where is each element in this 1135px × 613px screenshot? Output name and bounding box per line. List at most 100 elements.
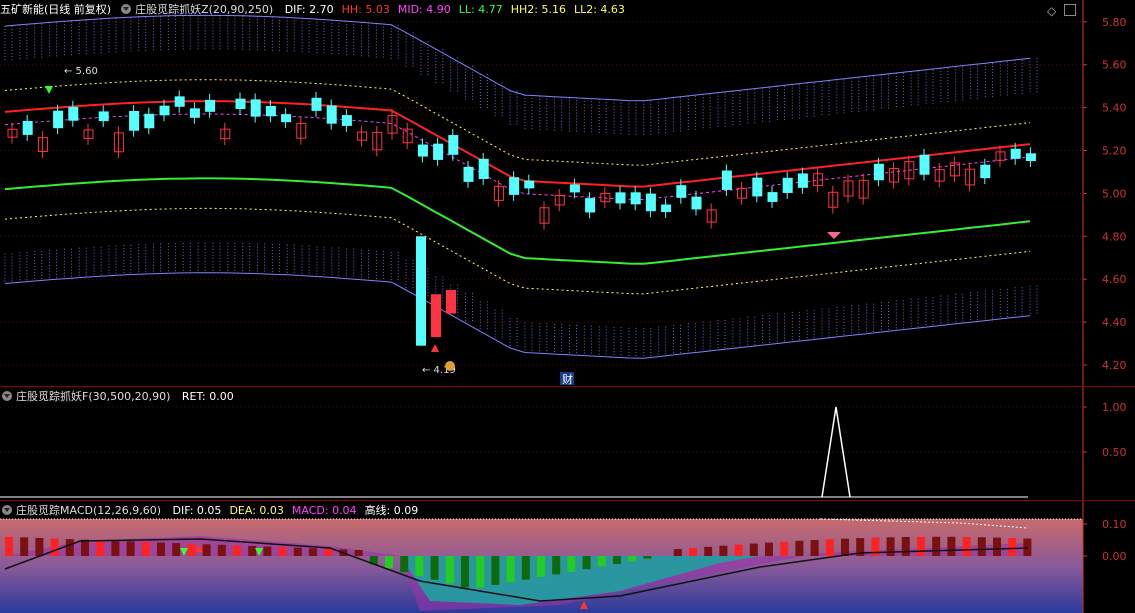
candle-body — [98, 111, 109, 122]
y-tick-label: 0.10 — [1102, 518, 1127, 531]
y-tick-label: 5.00 — [1102, 187, 1127, 200]
macd-bar — [400, 556, 409, 573]
buy-arrow-icon — [431, 344, 439, 352]
candle-body — [645, 193, 656, 212]
candle-body — [431, 294, 441, 338]
candle-body — [1010, 148, 1021, 159]
macd-bar — [354, 549, 363, 556]
candle-body — [53, 110, 64, 129]
candle-body — [174, 96, 185, 107]
sub2-indicator-values: DIF: 0.05 DEA: 0.03 MACD: 0.04 高线: 0.09 — [173, 504, 427, 517]
macd-bar — [521, 556, 530, 580]
candle-body — [433, 143, 444, 160]
y-tick-label: 4.60 — [1102, 273, 1127, 286]
candle-body — [873, 163, 884, 181]
macd-bar — [385, 556, 393, 569]
finance-badge-label: 财 — [562, 372, 573, 386]
macd-bar — [5, 536, 13, 556]
ll2-line — [4, 207, 1031, 295]
macd-bar — [187, 543, 196, 556]
candle-body — [980, 164, 991, 179]
y-tick-label: 0.50 — [1102, 446, 1127, 459]
signal-chart[interactable]: 1.00 0.50 — [0, 387, 1135, 500]
sub2-header: 庄股觅踪MACD(12,26,9,60) DIF: 0.05 DEA: 0.03 M… — [0, 501, 434, 521]
candle-body — [159, 105, 170, 116]
macd-bar — [841, 538, 849, 556]
sub-chart-panel-1[interactable]: 庄股觅踪抓妖F(30,500,20,90) RET: 0.00 1.00 0.50 — [0, 387, 1135, 500]
candle-body — [691, 196, 702, 210]
macd-bar — [461, 556, 469, 588]
macd-bar — [962, 536, 971, 556]
candle-body — [630, 192, 641, 205]
macd-bar — [734, 544, 743, 556]
candle-body — [281, 114, 292, 123]
macd-bar — [673, 549, 682, 556]
candle-body — [250, 99, 261, 117]
candle-body — [767, 192, 778, 202]
macd-bar — [917, 536, 925, 556]
candle-body — [661, 204, 672, 212]
y-tick-label: 1.00 — [1102, 401, 1127, 414]
macd-bar — [780, 541, 789, 556]
sub2-indicator-name: 庄股觅踪MACD(12,26,9,60) — [16, 504, 162, 517]
macd-bar — [628, 556, 637, 562]
candle-body — [782, 177, 793, 193]
macd-bar — [491, 556, 500, 585]
candle-body — [416, 236, 426, 346]
indicator-value: MACD: 0.04 — [291, 504, 357, 517]
candle-body — [22, 120, 33, 135]
y-tick-label: 5.20 — [1102, 145, 1127, 158]
macd-bar — [947, 536, 956, 556]
sub-chart-panel-2[interactable]: 0.10 0.00 庄股觅踪MACD(12,26,9,60) DIF: 0.05 D… — [0, 501, 1135, 613]
macd-bar — [597, 556, 606, 567]
candle-body — [144, 113, 155, 129]
indicator-menu-icon[interactable] — [2, 505, 12, 515]
macd-bar — [719, 545, 728, 556]
macd-bar — [96, 540, 105, 556]
macd-bar — [552, 556, 561, 575]
candle-body — [417, 144, 428, 157]
macd-bar — [126, 541, 135, 556]
macd-bar — [415, 556, 424, 576]
macd-bar — [825, 539, 834, 556]
macd-bar — [765, 542, 773, 556]
price-chart[interactable]: 5.80 5.60 5.40 5.20 5.00 4.80 4.60 4.40 4.20 ← 5.… — [0, 0, 1135, 386]
macd-bar — [202, 544, 211, 556]
macd-bar — [932, 536, 941, 556]
candle-body — [478, 158, 489, 179]
macd-bar — [901, 537, 910, 556]
macd-bar — [445, 556, 454, 584]
macd-bar — [749, 543, 758, 556]
macd-bar — [795, 540, 804, 556]
candle-body — [569, 184, 580, 193]
macd-bar — [993, 537, 1001, 556]
y-tick-label: 5.60 — [1102, 59, 1127, 72]
candle-body — [205, 99, 216, 112]
indicator-value: DEA: 0.03 — [229, 504, 284, 517]
macd-bar — [233, 545, 241, 556]
macd-bar — [81, 539, 89, 556]
macd-bar — [248, 545, 257, 556]
candle-body — [919, 154, 930, 175]
macd-bar — [35, 537, 44, 556]
upper-band-line — [4, 14, 1031, 102]
candle-body — [129, 110, 140, 131]
main-chart-panel[interactable]: 五矿新能(日线 前复权) 庄股觅踪抓妖Z(20,90,250) DIF: 2.70… — [0, 0, 1135, 386]
macd-bar — [613, 556, 621, 564]
candle-body — [676, 185, 687, 198]
candle-body — [326, 105, 337, 124]
candle-body — [1025, 153, 1036, 162]
y-tick-label: 5.80 — [1102, 16, 1127, 29]
macd-bar — [278, 547, 287, 556]
macd-bar — [430, 556, 439, 580]
macd-bar — [172, 543, 181, 556]
y-tick-label: 0.00 — [1102, 550, 1127, 563]
candle-body — [446, 289, 456, 314]
macd-bar — [476, 556, 485, 588]
macd-bar — [1008, 538, 1017, 556]
macd-bar — [263, 546, 272, 556]
macd-bar — [537, 556, 545, 578]
macd-bar — [309, 548, 317, 556]
sell-arrow-icon — [45, 86, 53, 94]
candle-body — [311, 97, 322, 111]
